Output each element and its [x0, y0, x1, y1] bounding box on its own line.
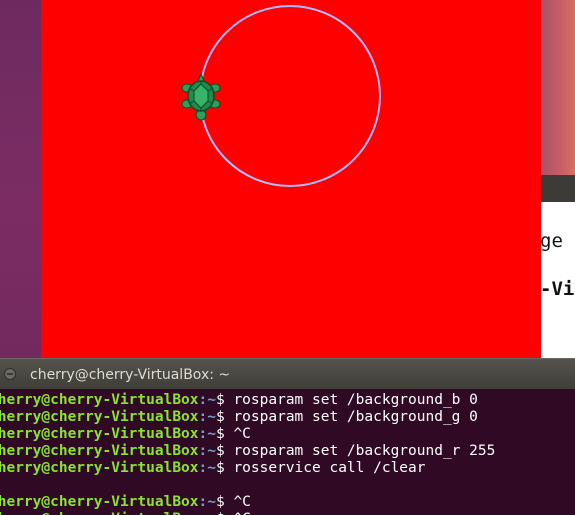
command-text: $ ^C: [216, 511, 251, 515]
command-text: $ rosservice call /clear: [215, 460, 426, 476]
terminal-line: cherry@cherry-VirtualBox:~$ ^C: [0, 426, 251, 443]
prompt-user: cherry@cherry-VirtualBox: [0, 460, 199, 476]
background-terminal-text: -Vi: [540, 278, 575, 300]
terminal-title: cherry@cherry-VirtualBox: ~: [30, 367, 231, 383]
background-terminal-body[interactable]: ge -Vi: [540, 202, 575, 360]
terminal-line: cherry@cherry-VirtualBox:~$ rosservice c…: [0, 460, 426, 477]
prompt-path: :~: [199, 511, 216, 515]
turtlesim-drawing: [181, 5, 381, 187]
prompt-path: :~: [198, 392, 216, 408]
terminal-window[interactable]: cherry@cherry-VirtualBox: ~ cherry@cherr…: [0, 358, 575, 515]
prompt-user: cherry@cherry-VirtualBox: [0, 392, 199, 408]
turtle-icon: [181, 72, 221, 121]
prompt-user: cherry@cherry-VirtualBox: [0, 409, 199, 425]
command-text: $ ^C: [215, 494, 251, 510]
turtlesim-canvas[interactable]: [41, 0, 541, 358]
prompt-user: cherry@cherry-VirtualBox: [0, 494, 199, 510]
command-text: $ ^C: [215, 426, 251, 442]
background-terminal-titlebar[interactable]: [540, 175, 575, 202]
background-terminal-text: ge: [540, 230, 563, 252]
wallpaper: [540, 0, 575, 175]
prompt-path: :~: [198, 409, 216, 425]
prompt-user: cherry@cherry-VirtualBox: [0, 511, 199, 515]
terminal-line: cherry@cherry-VirtualBox:~$ rosparam set…: [0, 443, 495, 460]
background-terminal-window[interactable]: ge -Vi: [540, 175, 575, 360]
prompt-path: :~: [198, 460, 216, 476]
terminal-line: cherry@cherry-VirtualBox:~$ ^C: [0, 494, 251, 511]
prompt-path: :~: [198, 426, 216, 442]
desktop: ge -Vi cherry@cherry-VirtualBox: ~ cherr…: [0, 0, 575, 515]
prompt-user: cherry@cherry-VirtualBox: [0, 426, 199, 442]
terminal-line: cherry@cherry-VirtualBox:~$ rosparam set…: [0, 392, 478, 409]
turtle-path: [199, 5, 381, 187]
terminal-titlebar[interactable]: cherry@cherry-VirtualBox: ~: [0, 358, 575, 389]
command-text: $ rosparam set /background_r 255: [215, 443, 496, 459]
terminal-line: cherry@cherry-VirtualBox:~$ rosparam set…: [0, 409, 478, 426]
prompt-path: :~: [198, 443, 216, 459]
terminal-output[interactable]: cherry@cherry-VirtualBox:~$ rosparam set…: [0, 389, 575, 515]
command-text: $ rosparam set /background_b 0: [215, 392, 478, 408]
close-icon[interactable]: [4, 368, 16, 380]
command-text: $ rosparam set /background_g 0: [215, 409, 478, 425]
prompt-path: :~: [198, 494, 216, 510]
prompt-user: cherry@cherry-VirtualBox: [0, 443, 199, 459]
terminal-line: cherry@cherry-VirtualBox:~$ ^C: [0, 511, 251, 515]
